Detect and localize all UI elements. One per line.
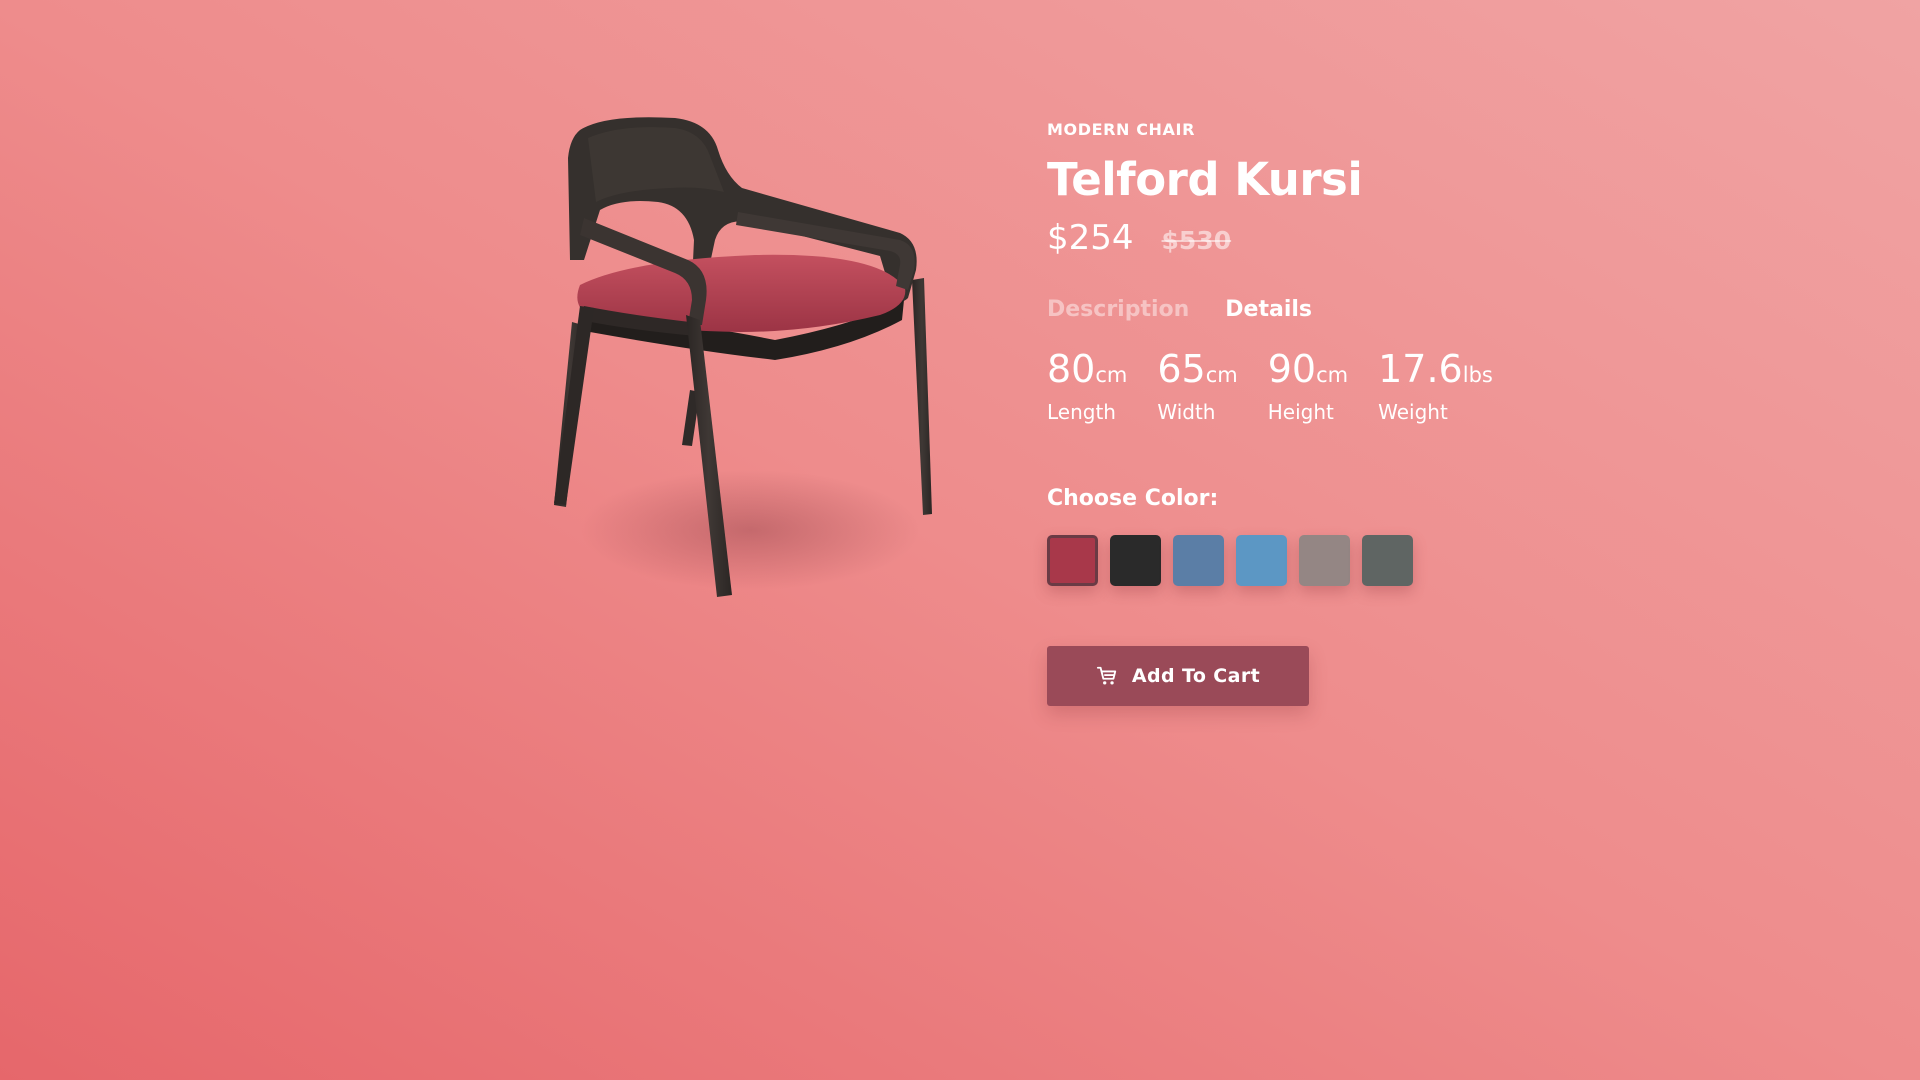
spec-label: Width (1157, 400, 1216, 424)
price-row: $254 $530 (1047, 218, 1567, 266)
spec-unit: cm (1316, 363, 1349, 387)
spec-label: Height (1267, 400, 1334, 424)
color-swatch[interactable] (1299, 535, 1350, 586)
spec-unit: lbs (1462, 363, 1493, 387)
spec-value: 65 (1157, 347, 1206, 391)
color-swatch[interactable] (1110, 535, 1161, 586)
spec-value: 17.6 (1378, 347, 1463, 391)
spec-unit: cm (1095, 363, 1128, 387)
spec-unit: cm (1205, 363, 1238, 387)
spec-list: 80cm Length 65cm Width 90cm Height 17.6l… (1047, 348, 1567, 424)
product-category: MODERN CHAIR (1047, 120, 1196, 139)
spec-value: 80 (1047, 347, 1096, 391)
cart-icon (1096, 666, 1117, 685)
product-image (510, 110, 960, 640)
color-swatches (1047, 535, 1567, 586)
spec-height: 90cm Height (1268, 348, 1348, 424)
chair-image (554, 117, 932, 597)
product-title: Telford Kursi (1047, 153, 1363, 206)
product-info: MODERN CHAIR Telford Kursi $254 $530 Des… (1047, 120, 1567, 706)
current-price: $254 (1047, 218, 1134, 258)
tab-details[interactable]: Details (1225, 297, 1312, 322)
add-to-cart-button[interactable]: Add To Cart (1047, 646, 1309, 706)
spec-weight: 17.6lbs Weight (1378, 348, 1493, 424)
color-heading: Choose Color: (1047, 486, 1219, 511)
spec-label: Length (1047, 400, 1116, 424)
color-swatch[interactable] (1047, 535, 1098, 586)
original-price: $530 (1161, 226, 1232, 255)
spec-length: 80cm Length (1047, 348, 1127, 424)
tab-description[interactable]: Description (1047, 297, 1189, 322)
info-tabs: Description Details (1047, 290, 1567, 328)
add-to-cart-label: Add To Cart (1131, 665, 1261, 687)
color-swatch[interactable] (1173, 535, 1224, 586)
spec-label: Weight (1378, 400, 1448, 424)
spec-value: 90 (1267, 347, 1317, 391)
spec-width: 65cm Width (1157, 348, 1237, 424)
color-swatch[interactable] (1362, 535, 1413, 586)
color-swatch[interactable] (1236, 535, 1287, 586)
